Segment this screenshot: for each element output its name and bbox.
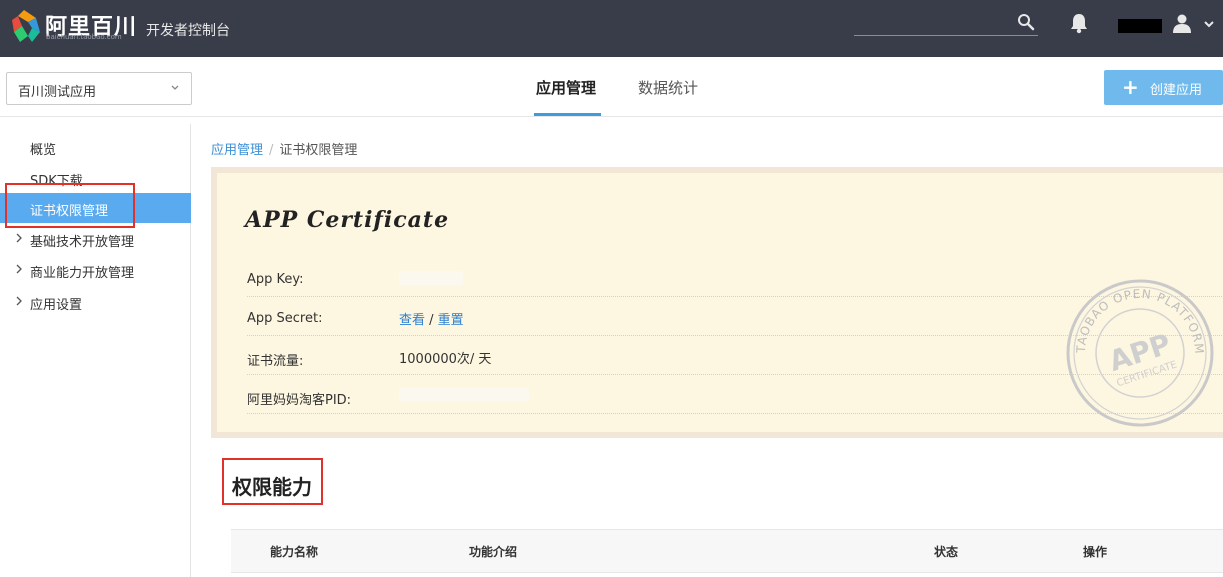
search-input[interactable] <box>854 35 1038 36</box>
bell-icon[interactable] <box>1069 12 1089 34</box>
sidebar-item-label: 概览 <box>30 143 57 158</box>
sidebar-item-app-settings[interactable]: 应用设置 <box>0 287 191 317</box>
breadcrumb-current: 证书权限管理 <box>279 143 358 158</box>
top-navigation-bar: 阿里百川 baichuan.taobao.com 开发者控制台 <box>0 0 1223 57</box>
app-certificate-card: APP Certificate App Key: App Secret: 查看 … <box>211 167 1223 438</box>
sidebar-item-basic-tech[interactable]: 基础技术开放管理 <box>0 224 191 254</box>
column-header-capability-name: 能力名称 <box>270 545 319 559</box>
app-toolbar: 百川测试应用 应用管理 数据统计 + 创建应用 <box>0 57 1223 117</box>
column-header-actions: 操作 <box>1083 545 1108 559</box>
sidebar-item-business-capability[interactable]: 商业能力开放管理 <box>0 255 191 285</box>
sidebar-item-label: 应用设置 <box>30 298 83 313</box>
active-tab-indicator <box>534 113 601 116</box>
breadcrumb: 应用管理 / 证书权限管理 <box>211 139 357 158</box>
certificate-stamp-icon: TAOBAO OPEN PLATFORM APP CERTIFICATE <box>1066 279 1214 427</box>
create-app-label: 创建应用 <box>1150 83 1203 98</box>
search-icon[interactable] <box>1017 13 1035 31</box>
username-masked <box>1118 19 1162 33</box>
pid-label: 阿里妈妈淘客PID: <box>247 393 352 408</box>
chevron-right-icon <box>16 233 22 243</box>
plus-icon: + <box>1122 75 1139 99</box>
column-header-status: 状态 <box>934 545 959 559</box>
sidebar-item-label: 商业能力开放管理 <box>30 266 135 281</box>
cert-traffic-label: 证书流量: <box>247 354 304 369</box>
certificate-title: APP Certificate <box>245 207 450 233</box>
breadcrumb-separator: / <box>269 143 274 158</box>
view-secret-link[interactable]: 查看 <box>399 313 425 328</box>
cert-traffic-value: 1000000次/ 天 <box>399 352 492 367</box>
chevron-right-icon <box>16 264 22 274</box>
baichuan-logo-icon[interactable] <box>6 8 42 46</box>
tab-data-statistics[interactable]: 数据统计 <box>638 77 698 98</box>
app-selector-value: 百川测试应用 <box>18 85 97 100</box>
column-header-description: 功能介绍 <box>469 545 518 559</box>
link-separator: / <box>425 313 438 328</box>
app-secret-actions: 查看 / 重置 <box>399 309 464 328</box>
app-secret-label: App Secret: <box>247 311 323 326</box>
chevron-down-icon <box>171 85 179 90</box>
pid-value <box>399 388 529 402</box>
sidebar-item-label: 基础技术开放管理 <box>30 235 135 250</box>
app-key-label: App Key: <box>247 272 304 287</box>
reset-secret-link[interactable]: 重置 <box>438 313 464 328</box>
console-title: 开发者控制台 <box>146 23 230 39</box>
permissions-section-title: 权限能力 <box>222 458 323 505</box>
sidebar-item-overview[interactable]: 概览 <box>0 132 191 162</box>
tab-app-management[interactable]: 应用管理 <box>536 77 596 98</box>
section-title-text: 权限能力 <box>232 475 312 499</box>
chevron-right-icon <box>16 296 22 306</box>
breadcrumb-link-app-management[interactable]: 应用管理 <box>211 143 263 158</box>
create-app-button[interactable]: + 创建应用 <box>1104 70 1223 105</box>
permissions-table-header: 能力名称 功能介绍 状态 操作 <box>231 529 1223 573</box>
app-key-value <box>399 271 463 285</box>
highlight-annotation-box <box>5 183 135 228</box>
brand-domain: baichuan.taobao.com <box>46 33 122 41</box>
chevron-down-icon[interactable] <box>1203 19 1215 29</box>
user-icon[interactable] <box>1172 13 1192 33</box>
app-selector[interactable]: 百川测试应用 <box>6 72 192 105</box>
